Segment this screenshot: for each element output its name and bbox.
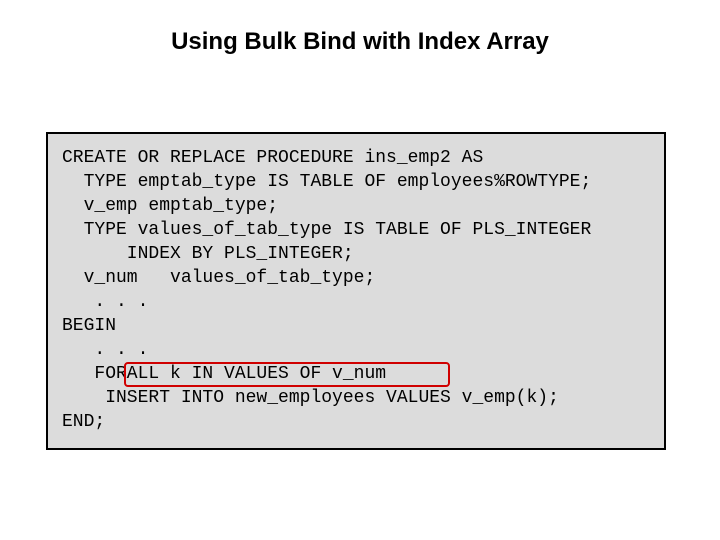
page-title: Using Bulk Bind with Index Array — [0, 0, 720, 56]
code-line: v_emp emptab_type; — [62, 194, 650, 218]
code-line: . . . — [62, 338, 650, 362]
code-line: BEGIN — [62, 314, 650, 338]
code-block: CREATE OR REPLACE PROCEDURE ins_emp2 AS … — [46, 132, 666, 450]
code-line: END; — [62, 410, 650, 434]
code-line: CREATE OR REPLACE PROCEDURE ins_emp2 AS — [62, 146, 650, 170]
code-line: . . . — [62, 290, 650, 314]
code-line: TYPE values_of_tab_type IS TABLE OF PLS_… — [62, 218, 650, 242]
code-line-highlighted: FORALL k IN VALUES OF v_num — [62, 362, 650, 386]
code-line: TYPE emptab_type IS TABLE OF employees%R… — [62, 170, 650, 194]
code-line: INDEX BY PLS_INTEGER; — [62, 242, 650, 266]
code-line: INSERT INTO new_employees VALUES v_emp(k… — [62, 386, 650, 410]
code-line: v_num values_of_tab_type; — [62, 266, 650, 290]
